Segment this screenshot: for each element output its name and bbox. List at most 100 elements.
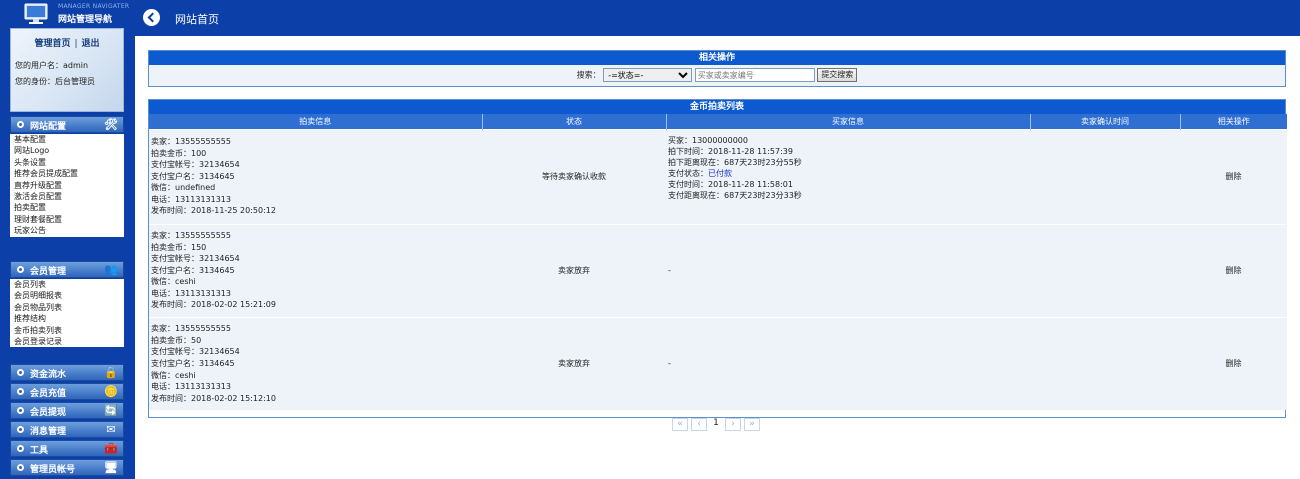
next-page-button[interactable]: › bbox=[725, 418, 741, 431]
menu-section-member-manage[interactable]: 会员管理 👥 bbox=[10, 261, 124, 278]
menu-item-headline[interactable]: 头条设置 bbox=[10, 157, 124, 168]
alipay-account-text: 支付宝帐号：32134654 bbox=[151, 347, 240, 357]
pay-status-label: 支付状态： bbox=[668, 168, 708, 178]
auction-info-cell: 卖家：13555555555 拍卖金币：50 支付宝帐号：32134654 支付… bbox=[149, 316, 482, 410]
phone-text: 电话：13113131313 bbox=[151, 382, 231, 392]
seller-text: 卖家：13555555555 bbox=[151, 324, 231, 334]
back-arrow-icon[interactable] bbox=[143, 9, 160, 26]
menu-section-label: 会员充值 bbox=[30, 389, 67, 399]
auction-list-title: 金币拍卖列表 bbox=[149, 100, 1285, 114]
column-header: 拍卖信息 bbox=[149, 114, 483, 129]
menu-list-member-manage: 会员列表 会员明细报表 会员物品列表 推荐结构 金币拍卖列表 会员登录记录 bbox=[10, 279, 124, 348]
menu-item-member-goods[interactable]: 会员物品列表 bbox=[10, 302, 124, 313]
logout-link[interactable]: 退出 bbox=[82, 39, 100, 49]
delete-link[interactable]: 删除 bbox=[1226, 266, 1242, 275]
user-links: 管理首页 | 退出 bbox=[11, 36, 123, 49]
menu-section-tools[interactable]: 工具 🧰 bbox=[10, 440, 124, 457]
menu-item-login-log[interactable]: 会员登录记录 bbox=[10, 336, 124, 347]
menu-section-withdraw[interactable]: 会员提现 🔄 bbox=[10, 402, 124, 419]
alipay-name-text: 支付宝户名：3134645 bbox=[151, 358, 235, 368]
bullet-icon bbox=[17, 369, 24, 376]
wechat-text: 微信：ceshi bbox=[151, 277, 196, 287]
menu-item-referral-tree[interactable]: 推荐结构 bbox=[10, 313, 124, 324]
menu-item-direct-upgrade[interactable]: 直荐升级配置 bbox=[10, 180, 124, 191]
admin-home-link[interactable]: 管理首页 bbox=[34, 39, 70, 49]
menu-item-member-report[interactable]: 会员明细报表 bbox=[10, 290, 124, 301]
bullet-icon bbox=[17, 266, 24, 273]
pay-elapsed-text: 支付距离现在：687天23时23分33秒 bbox=[668, 190, 802, 200]
alipay-name-text: 支付宝户名：3134645 bbox=[151, 265, 235, 275]
column-header: 卖家确认时间 bbox=[1030, 114, 1181, 129]
menu-item-coin-auction[interactable]: 金币拍卖列表 bbox=[10, 325, 124, 336]
search-input[interactable] bbox=[694, 68, 815, 82]
bullet-icon bbox=[17, 445, 24, 452]
publish-time-text: 发布时间：2018-02-02 15:12:10 bbox=[151, 393, 276, 403]
phone-text: 电话：13113131313 bbox=[151, 194, 231, 204]
menu-item-player-notice[interactable]: 玩家公告 bbox=[10, 225, 124, 236]
message-icon: ✉ bbox=[106, 423, 116, 436]
wechat-text: 微信：undefined bbox=[151, 183, 216, 193]
prev-page-button[interactable]: ‹ bbox=[691, 418, 707, 431]
submit-search-button[interactable]: 提交搜索 bbox=[817, 68, 858, 82]
status-cell: 等待卖家确认收款 bbox=[482, 128, 666, 224]
bullet-icon bbox=[17, 388, 24, 395]
menu-item-member-list[interactable]: 会员列表 bbox=[10, 279, 124, 290]
menu-section-recharge[interactable]: 会员充值 🪙 bbox=[10, 383, 124, 400]
pay-status-value: 已付款 bbox=[708, 168, 732, 178]
admin-icon: 🖥 bbox=[104, 461, 118, 474]
menu-section-admin-account[interactable]: 管理员帐号 🖥 bbox=[10, 459, 124, 476]
menu-section-site-config[interactable]: 网站配置 🛠 bbox=[10, 116, 124, 133]
exchange-icon: 🔄 bbox=[104, 404, 118, 417]
menu-item-referral-commission[interactable]: 推荐会员提成配置 bbox=[10, 168, 124, 179]
table-row: 卖家：13555555555 拍卖金币：150 支付宝帐号：32134654 支… bbox=[149, 223, 1287, 317]
alipay-name-text: 支付宝户名：3134645 bbox=[151, 171, 235, 181]
menu-section-label: 管理员帐号 bbox=[30, 465, 76, 475]
menu-item-site-logo[interactable]: 网站Logo bbox=[10, 145, 124, 156]
seller-text: 卖家：13555555555 bbox=[151, 230, 231, 240]
menu-item-finance-package[interactable]: 理财套餐配置 bbox=[10, 214, 124, 225]
menu-item-auction-config[interactable]: 拍卖配置 bbox=[10, 202, 124, 213]
auction-info-cell: 卖家：13555555555 拍卖金币：100 支付宝帐号：32134654 支… bbox=[149, 128, 482, 224]
buyer-info-cell: 买家：13000000000 拍下时间：2018-11-28 11:57:39 … bbox=[666, 128, 1030, 224]
confirm-time-cell bbox=[1030, 316, 1180, 410]
table-header-row: 拍卖信息 状态 买家信息 卖家确认时间 相关操作 bbox=[149, 114, 1287, 129]
auction-coins-text: 拍卖金币：150 bbox=[151, 242, 207, 252]
auction-coins-text: 拍卖金币：100 bbox=[151, 148, 207, 158]
status-select[interactable]: -=状态=- bbox=[603, 68, 693, 82]
column-header: 相关操作 bbox=[1180, 114, 1287, 129]
auction-list-panel: 金币拍卖列表 拍卖信息 状态 买家信息 卖家确认时间 相关操作 卖家：13555… bbox=[148, 99, 1287, 418]
action-cell: 删除 bbox=[1180, 316, 1287, 410]
bid-elapsed-text: 拍下距离现在：687天23时23分55秒 bbox=[668, 157, 802, 167]
bullet-icon bbox=[17, 407, 24, 414]
toolbox-icon: 🧰 bbox=[104, 442, 118, 455]
menu-section-messages[interactable]: 消息管理 ✉ bbox=[10, 421, 124, 438]
lock-icon: 🔒 bbox=[104, 366, 118, 379]
first-page-button[interactable]: « bbox=[672, 418, 688, 431]
operations-panel: 相关操作 搜索： -=状态=- 提交搜索 bbox=[148, 50, 1286, 87]
status-cell: 卖家放弃 bbox=[482, 223, 666, 317]
confirm-time-cell bbox=[1030, 223, 1180, 317]
bullet-icon bbox=[17, 121, 24, 128]
delete-link[interactable]: 删除 bbox=[1226, 172, 1242, 181]
phone-text: 电话：13113131313 bbox=[151, 288, 231, 298]
menu-section-fund-flow[interactable]: 资金流水 🔒 bbox=[10, 364, 124, 381]
delete-link[interactable]: 删除 bbox=[1226, 359, 1242, 368]
current-page: 1 bbox=[713, 418, 719, 428]
action-cell: 删除 bbox=[1180, 223, 1287, 317]
table-row: 卖家：13555555555 拍卖金币：50 支付宝帐号：32134654 支付… bbox=[149, 316, 1287, 410]
table-row: 卖家：13555555555 拍卖金币：100 支付宝帐号：32134654 支… bbox=[149, 128, 1287, 224]
auction-coins-text: 拍卖金币：50 bbox=[151, 335, 202, 345]
menu-section-label: 会员提现 bbox=[30, 408, 67, 418]
pay-status-line: 支付状态：已付款 bbox=[666, 168, 1030, 179]
wechat-text: 微信：ceshi bbox=[151, 370, 196, 380]
role-text: 您的身份：后台管理员 bbox=[15, 77, 95, 86]
computer-logo-icon bbox=[24, 3, 48, 24]
last-page-button[interactable]: » bbox=[744, 418, 760, 431]
menu-section-label: 资金流水 bbox=[30, 370, 67, 380]
bullet-icon bbox=[17, 426, 24, 433]
menu-item-basic-config[interactable]: 基本配置 bbox=[10, 134, 124, 145]
sidebar: MANAGER NAVIGATER 网站管理导航 管理首页 | 退出 您的用户名：a… bbox=[0, 0, 135, 479]
menu-item-activation[interactable]: 激活会员配置 bbox=[10, 191, 124, 202]
menu-section-label: 工具 bbox=[30, 446, 49, 456]
alipay-account-text: 支付宝帐号：32134654 bbox=[151, 160, 240, 170]
